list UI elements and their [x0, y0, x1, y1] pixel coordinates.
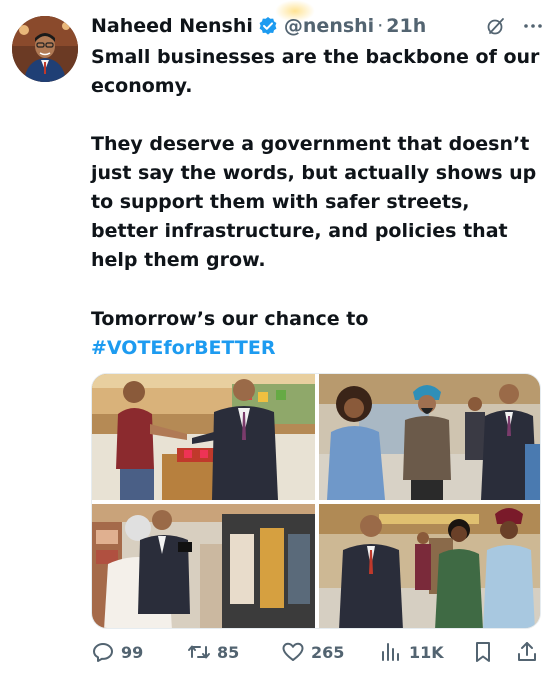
separator-dot: · [377, 15, 384, 37]
avatar[interactable] [12, 16, 78, 82]
tweet-text-line: Tomorrow’s our chance to [91, 308, 369, 330]
reply-icon [93, 643, 113, 662]
photo-4[interactable] [319, 504, 540, 628]
views-chart-icon [382, 643, 399, 661]
tweet-text-paragraph-1: Small businesses are the backbone of our… [91, 46, 540, 97]
grok-icon[interactable] [486, 16, 506, 36]
views-count: 11K [409, 642, 444, 662]
tweet-header: Naheed Nenshi @nenshi · 21h [91, 12, 544, 40]
retweet-count: 85 [217, 642, 240, 662]
retweet-button[interactable]: 85 [187, 638, 239, 666]
bookmark-icon [476, 642, 490, 662]
photo-3[interactable] [92, 504, 315, 628]
reply-button[interactable]: 99 [91, 638, 143, 666]
share-button[interactable] [515, 638, 539, 666]
tweet-text-paragraph-2: They deserve a government that doesn’t j… [91, 133, 537, 271]
more-icon[interactable] [522, 16, 544, 36]
like-count: 265 [311, 642, 345, 662]
heart-icon [282, 642, 304, 661]
action-bar: 99 85 265 11K [91, 638, 541, 666]
reply-count: 99 [121, 642, 144, 662]
author-name[interactable]: Naheed Nenshi [91, 12, 253, 40]
photo-2[interactable] [319, 374, 540, 500]
author-handle[interactable]: @nenshi [284, 12, 374, 40]
hashtag-link[interactable]: #VOTEforBETTER [91, 337, 276, 359]
photo-1[interactable] [92, 374, 315, 500]
tweet-text-paragraph-3: Tomorrow’s our chance to #VOTEforBETTER [91, 305, 540, 363]
tweet[interactable]: Naheed Nenshi @nenshi · 21h Small busine… [0, 0, 554, 680]
like-button[interactable]: 265 [281, 638, 344, 666]
views-button[interactable]: 11K [379, 638, 444, 666]
verified-badge-icon[interactable] [258, 16, 278, 36]
timestamp[interactable]: 21h [386, 12, 426, 40]
bookmark-button[interactable] [471, 638, 495, 666]
retweet-icon [188, 645, 210, 659]
share-icon [518, 642, 536, 661]
media-grid [91, 373, 541, 629]
